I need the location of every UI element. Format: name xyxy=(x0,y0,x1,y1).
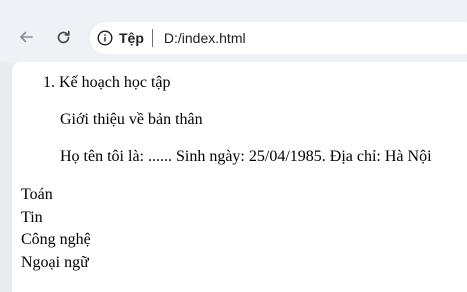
info-icon[interactable] xyxy=(97,30,113,46)
list-item: Toán xyxy=(21,186,53,203)
site-info-label[interactable]: Tệp xyxy=(119,30,144,46)
intro-text: Giới thiệu về bản thân xyxy=(60,111,203,128)
list-item: Công nghệ xyxy=(21,231,91,248)
list-item: Tin xyxy=(21,208,43,226)
list-item: Ngoại ngữ xyxy=(21,253,89,271)
subject-list: Toán Tin Công nghệ Ngoại ngữ xyxy=(21,184,91,274)
back-arrow-icon[interactable] xyxy=(15,26,37,48)
ordered-list-item: 1. Kế hoạch học tập xyxy=(43,74,171,91)
address-bar[interactable]: Tệp D:/index.html xyxy=(90,22,467,54)
page-content: 1. Kế hoạch học tập Giới thiệu về bản th… xyxy=(12,62,467,292)
url-text[interactable]: D:/index.html xyxy=(164,30,246,46)
browser-toolbar: Tệp D:/index.html xyxy=(0,0,467,62)
details-text: Họ tên tôi là: ...... Sinh ngày: 25/04/1… xyxy=(60,148,432,165)
reload-icon[interactable] xyxy=(52,26,74,48)
address-divider xyxy=(151,29,153,47)
